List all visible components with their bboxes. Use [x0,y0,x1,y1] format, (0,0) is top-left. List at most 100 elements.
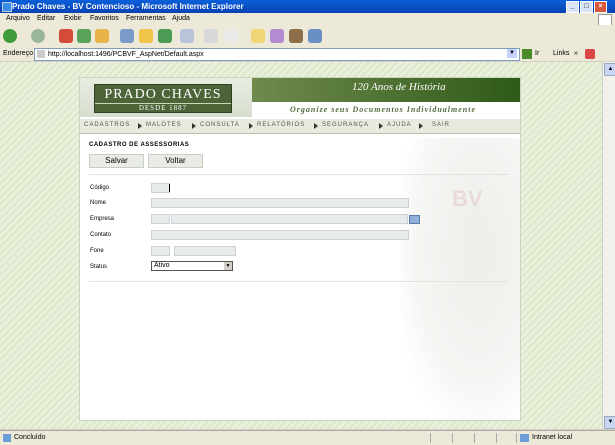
status-label: Status [90,264,108,270]
window-titlebar: Prado Chaves - BV Contencioso - Microsof… [0,0,615,13]
status-separator [516,433,517,443]
extension-icon[interactable] [585,49,595,59]
vertical-scrollbar[interactable]: ▲ ▼ [602,62,615,429]
minimize-button[interactable]: _ [566,1,579,13]
refresh-icon[interactable] [77,29,91,43]
address-dropdown-icon[interactable]: ▼ [507,49,517,58]
ie-icon [2,2,12,12]
security-zone: Intranet local [532,434,573,441]
empresa-code-field[interactable] [151,214,170,224]
nav-arrow-icon [249,123,253,129]
history-icon[interactable] [158,29,172,43]
chevron-down-icon[interactable]: ▼ [224,262,232,270]
go-arrow-icon[interactable] [522,49,532,59]
forward-icon[interactable] [31,29,45,43]
text-caret [169,184,170,192]
go-button[interactable]: Ir [535,47,539,61]
nome-field[interactable] [151,198,409,208]
logo-name: PRADO CHAVES [104,87,222,102]
status-separator [430,433,431,443]
nav-cadastros[interactable]: CADASTROS [84,122,130,128]
divider [89,174,509,175]
nav-arrow-icon [379,123,383,129]
links-button[interactable]: Links [553,47,569,61]
divider [89,281,509,282]
folder-icon[interactable] [251,29,265,43]
nome-label: Nome [90,200,107,206]
scroll-up-icon[interactable]: ▲ [604,63,615,76]
menu-editar[interactable]: Editar [37,13,55,25]
back-icon[interactable] [3,29,17,43]
banner-subtitle: Organize seus Documentos Individualmente [290,105,477,114]
nav-arrow-icon [138,123,142,129]
nav-relatorios[interactable]: RELATÓRIOS [257,122,305,128]
fone-ddd-field[interactable] [151,246,170,256]
window-title: Prado Chaves - BV Contencioso - Microsof… [12,2,244,11]
section-title: CADASTRO DE ASSESSORIAS [89,142,190,148]
edit-icon[interactable] [224,29,238,43]
home-icon[interactable] [95,29,109,43]
intranet-icon [520,434,529,442]
menu-exibir[interactable]: Exibir [64,13,82,25]
nav-malotes[interactable]: MALOTES [146,122,182,128]
scroll-down-icon[interactable]: ▼ [604,416,615,429]
empresa-lookup-icon[interactable] [409,215,420,224]
address-bar: Endereço http://localhost:1496/PCBVF_Asp… [0,47,615,61]
back-button[interactable]: Voltar [148,154,203,168]
nav-arrow-icon [314,123,318,129]
nav-sair[interactable]: SAIR [432,122,450,128]
codigo-field[interactable] [151,183,170,193]
logo-area: PRADO CHAVES DESDE 1887 [80,78,252,117]
mail-icon[interactable] [180,29,194,43]
address-url: http://localhost:1496/PCBVF_AspNet/Defau… [48,51,204,58]
banner-green-strip: 120 Anos de História [252,78,520,102]
status-message: Concluído [14,434,46,441]
web-page: PRADO CHAVES DESDE 1887 120 Anos de Hist… [79,77,521,421]
banner-title: 120 Anos de História [352,81,446,93]
empresa-name-field[interactable] [171,214,408,224]
favorites-icon[interactable] [139,29,153,43]
search-icon[interactable] [120,29,134,43]
empresa-label: Empresa [90,216,115,222]
prado-chaves-logo[interactable]: PRADO CHAVES DESDE 1887 [94,84,232,113]
status-bar: Concluído Intranet local [0,430,615,445]
close-button[interactable]: × [594,1,607,13]
logo-since: DESDE 1887 [95,103,231,112]
nav-consulta[interactable]: CONSULTA [200,122,240,128]
address-label: Endereço [3,50,33,57]
status-select[interactable]: Ativo ▼ [151,261,233,271]
messenger-icon[interactable] [308,29,322,43]
status-separator [474,433,475,443]
header-banner: 120 Anos de História Organize seus Docum… [252,78,520,117]
nav-arrow-icon [192,123,196,129]
page-icon [37,50,45,58]
stop-icon[interactable] [59,29,73,43]
status-separator [496,433,497,443]
nav-seguranca[interactable]: SEGURANÇA [322,122,369,128]
menu-ferramentas[interactable]: Ferramentas [126,13,166,25]
contato-field[interactable] [151,230,409,240]
maximize-button[interactable]: □ [580,1,593,13]
nav-ajuda[interactable]: AJUDA [387,122,412,128]
page-done-icon [3,434,11,442]
discuss-icon[interactable] [270,29,284,43]
links-chevron-icon[interactable]: » [574,47,578,61]
status-separator [452,433,453,443]
bv-watermark: BV [452,186,483,211]
menu-bar: Arquivo Editar Exibir Favoritos Ferramen… [0,13,615,26]
print-icon[interactable] [204,29,218,43]
status-value: Ativo [154,262,170,269]
menu-arquivo[interactable]: Arquivo [6,13,30,25]
menu-ajuda[interactable]: Ajuda [172,13,190,25]
save-button[interactable]: Salvar [89,154,144,168]
background-decoration [400,138,520,420]
contato-label: Contato [90,232,112,238]
menu-favoritos[interactable]: Favoritos [90,13,119,25]
browser-toolbar [0,25,615,48]
fone-label: Fone [90,248,104,254]
nav-arrow-icon [419,123,423,129]
main-nav: CADASTROS MALOTES CONSULTA RELATÓRIOS SE… [80,119,520,134]
research-icon[interactable] [289,29,303,43]
address-input[interactable]: http://localhost:1496/PCBVF_AspNet/Defau… [34,48,520,61]
fone-number-field[interactable] [174,246,236,256]
